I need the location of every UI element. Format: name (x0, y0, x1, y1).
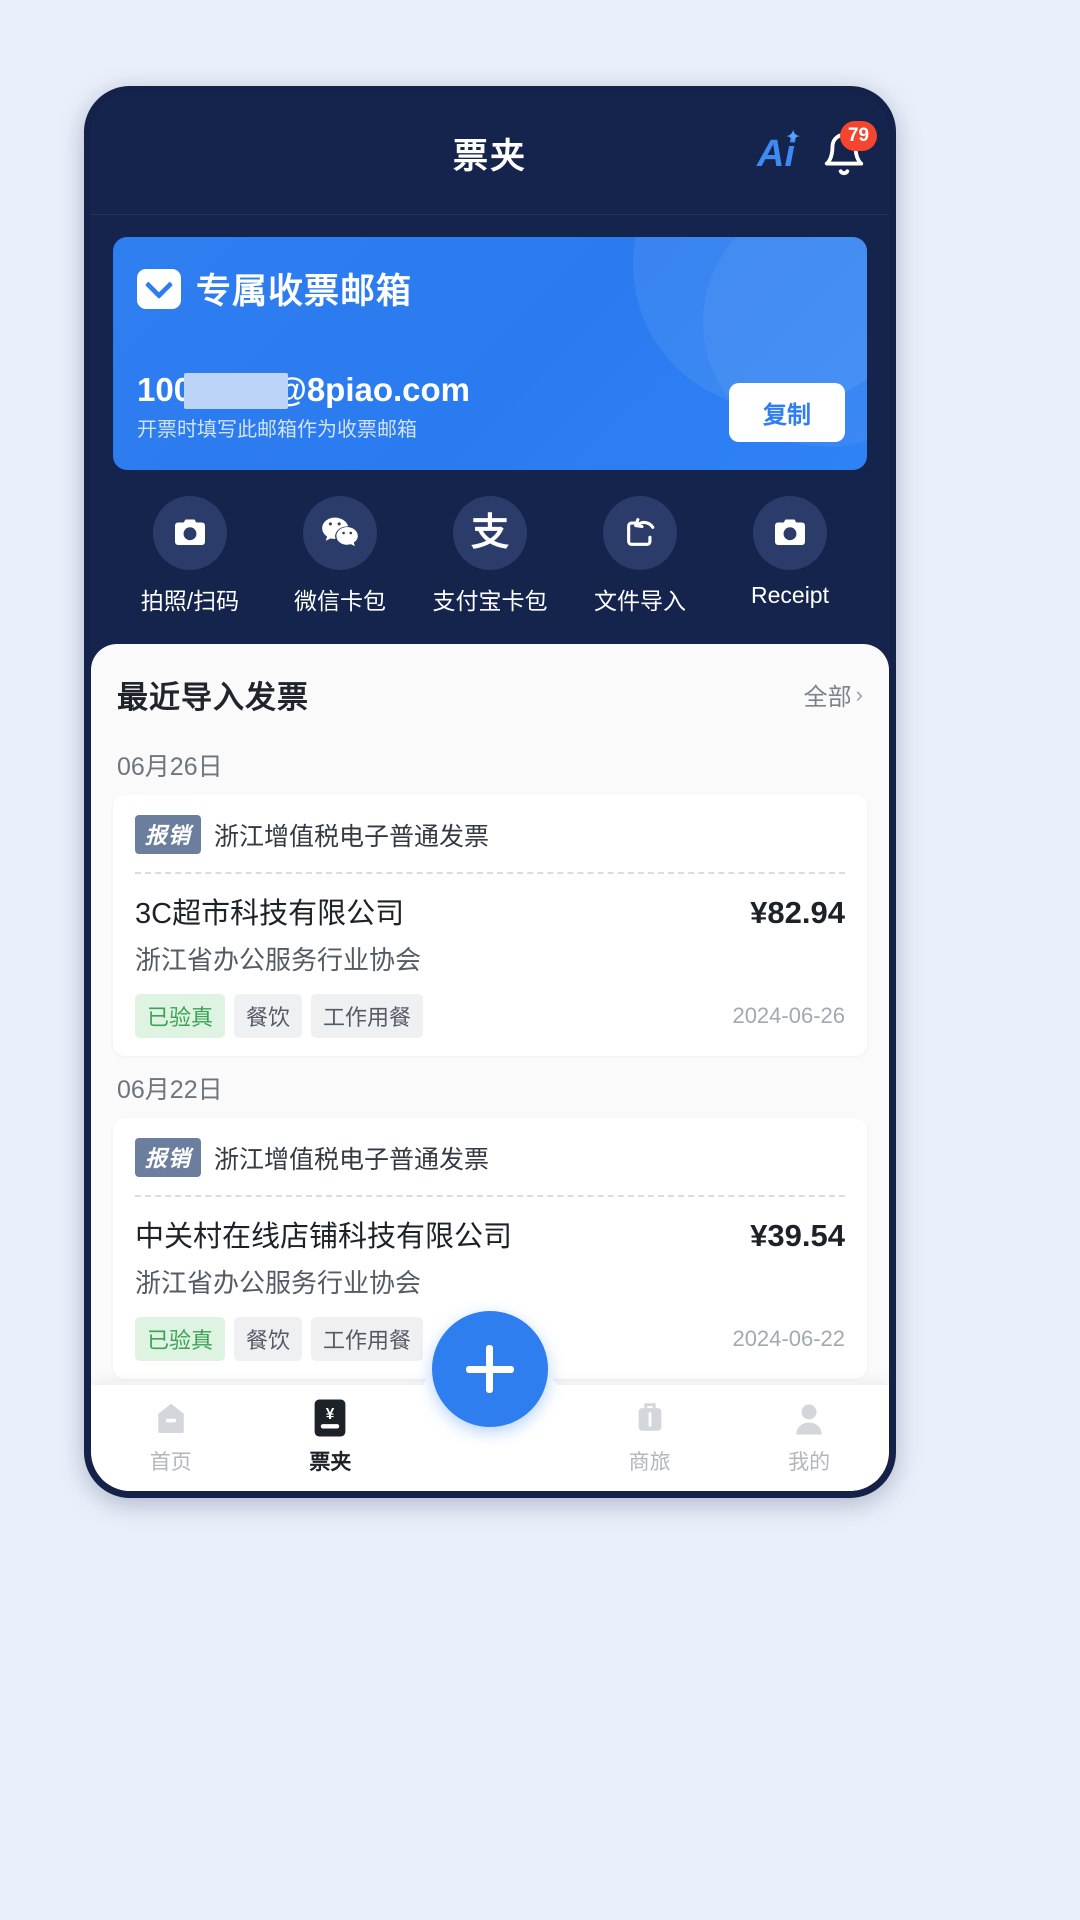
date-group-label: 06月26日 (117, 753, 223, 781)
nav-item-home[interactable]: 首页 (91, 1385, 251, 1476)
redaction-mask (184, 373, 288, 409)
notifications-button[interactable]: 79 (821, 120, 877, 178)
invoice-date: 2024-06-22 (732, 1326, 845, 1351)
invoice-tag: 餐饮 (234, 1317, 303, 1361)
quick-action-label: 文件导入 (594, 588, 686, 614)
invoice-tag: 工作用餐 (311, 1317, 424, 1361)
view-all-label: 全部 (803, 684, 852, 711)
invoice-tags: 已验真 餐饮 工作用餐 (135, 1317, 424, 1361)
invoice-organization: 浙江省办公服务行业协会 (135, 945, 422, 975)
file-import-icon (627, 517, 655, 546)
invoice-card-top: 报销 浙江增值税电子普通发票 (135, 815, 845, 854)
date-group-label: 06月22日 (117, 1076, 223, 1104)
email-card-header: 专属收票邮箱 (137, 263, 843, 314)
phone-frame: 票夹 Ai ✦ 79 专属收票邮箱 100 9874@8piao.com 开票时… (84, 86, 896, 1498)
quick-action-circle: 支 (453, 496, 527, 570)
reimbursement-badge: 报销 (135, 1138, 202, 1177)
quick-action-label: 支付宝卡包 (432, 588, 548, 614)
section-title: 最近导入发票 (117, 680, 309, 715)
invoice-tag: 餐饮 (234, 994, 303, 1038)
invoice-card-footer: 已验真 餐饮 工作用餐 2024-06-26 (135, 994, 845, 1038)
camera-icon (775, 519, 805, 545)
wechat-icon (322, 517, 358, 547)
nav-label: 我的 (788, 1451, 831, 1474)
quick-action-circle (153, 496, 227, 570)
top-bar: 票夹 Ai ✦ 79 (91, 93, 889, 215)
invoice-date: 2024-06-26 (732, 1003, 845, 1028)
email-address-row: 100 9874@8piao.com 开票时填写此邮箱作为收票邮箱 复制 (137, 371, 845, 442)
reimbursement-badge: 报销 (135, 815, 202, 854)
nav-item-profile[interactable]: 我的 (729, 1385, 889, 1476)
invoice-card-main: 中关村在线店铺科技有限公司 ¥39.54 (135, 1213, 845, 1255)
quick-action-alipay-cards[interactable]: 支 支付宝卡包 (427, 496, 553, 616)
bottom-navigation: 查询 首页 ¥ 票夹 商旅 我的 (91, 1311, 889, 1491)
sparkle-icon: ✦ (785, 126, 801, 148)
nav-item-wallet[interactable]: ¥ 票夹 (251, 1385, 411, 1476)
person-icon (791, 1397, 827, 1439)
invoice-type: 浙江增值税电子普通发票 (214, 1145, 490, 1174)
invoice-card[interactable]: 报销 浙江增值税电子普通发票 3C超市科技有限公司 ¥82.94 浙江省办公服务… (113, 795, 867, 1056)
quick-action-file-import[interactable]: 文件导入 (577, 496, 703, 616)
home-icon (153, 1397, 189, 1439)
quick-action-circle (603, 496, 677, 570)
invoice-type: 浙江增值税电子普通发票 (214, 822, 490, 851)
quick-action-wechat-cards[interactable]: 微信卡包 (277, 496, 403, 616)
page-title: 票夹 (452, 137, 527, 176)
ai-assistant-icon[interactable]: Ai ✦ (757, 128, 801, 173)
chevron-right-icon: › (855, 681, 863, 707)
view-all-link[interactable]: 全部 › (804, 677, 863, 712)
invoice-card-top: 报销 浙江增值税电子普通发票 (135, 1138, 845, 1177)
invoice-company: 3C超市科技有限公司 (135, 898, 405, 930)
dedicated-email-card[interactable]: 专属收票邮箱 100 9874@8piao.com 开票时填写此邮箱作为收票邮箱… (113, 237, 867, 470)
invoice-amount: ¥82.94 (750, 895, 845, 930)
nav-behind-text: 查询 (464, 1365, 516, 1393)
notification-badge: 79 (840, 120, 877, 151)
quick-actions-row: 拍照/扫码 微信卡包 支 支付宝卡包 文件导入 Receipt (113, 470, 867, 642)
invoice-card-main: 3C超市科技有限公司 ¥82.94 (135, 890, 845, 932)
suitcase-icon (633, 1397, 667, 1439)
top-bar-actions: Ai ✦ 79 (757, 120, 877, 178)
recent-invoices-header: 最近导入发票 全部 › (113, 644, 867, 733)
quick-action-label: 微信卡包 (294, 588, 386, 614)
invoice-tag: 工作用餐 (311, 994, 424, 1038)
invoice-amount: ¥39.54 (750, 1218, 845, 1253)
status-badge-verified: 已验真 (135, 1317, 226, 1361)
quick-action-label: 拍照/扫码 (140, 588, 240, 614)
email-address-block: 100 9874@8piao.com 开票时填写此邮箱作为收票邮箱 (137, 371, 470, 442)
nav-label: 首页 (149, 1451, 192, 1474)
email-card-title: 专属收票邮箱 (196, 272, 413, 311)
recent-invoices-sheet: 最近导入发票 全部 › 06月26日 报销 浙江增值税电子普通发票 3C超市科技… (91, 644, 889, 1491)
nav-item-business-travel[interactable]: 商旅 (570, 1385, 730, 1476)
status-badge-verified: 已验真 (135, 994, 226, 1038)
invoice-card[interactable]: 报销 浙江增值税电子普通发票 中关村在线店铺科技有限公司 ¥39.54 浙江省办… (113, 1118, 867, 1379)
app-screen: 票夹 Ai ✦ 79 专属收票邮箱 100 9874@8piao.com 开票时… (91, 93, 889, 1491)
copy-email-button[interactable]: 复制 (729, 383, 845, 442)
alipay-icon: 支 (470, 512, 509, 554)
envelope-icon (137, 268, 181, 309)
nav-label: 商旅 (628, 1451, 671, 1474)
invoice-tags: 已验真 餐饮 工作用餐 (135, 994, 424, 1038)
invoice-company: 中关村在线店铺科技有限公司 (135, 1221, 513, 1253)
camera-icon (175, 519, 205, 545)
quick-action-label: Receipt (751, 582, 829, 608)
quick-action-receipt[interactable]: Receipt (727, 496, 853, 616)
quick-action-circle (303, 496, 377, 570)
dark-section: 专属收票邮箱 100 9874@8piao.com 开票时填写此邮箱作为收票邮箱… (91, 215, 889, 642)
quick-action-circle (753, 496, 827, 570)
quick-action-photo-scan[interactable]: 拍照/扫码 (127, 496, 253, 616)
svg-text:¥: ¥ (326, 1406, 335, 1423)
nav-label: 票夹 (309, 1451, 352, 1474)
dashed-divider (135, 1195, 845, 1197)
wallet-icon: ¥ (313, 1397, 347, 1439)
dashed-divider (135, 872, 845, 874)
invoice-organization: 浙江省办公服务行业协会 (135, 1268, 422, 1298)
email-hint: 开票时填写此邮箱作为收票邮箱 (137, 419, 417, 441)
